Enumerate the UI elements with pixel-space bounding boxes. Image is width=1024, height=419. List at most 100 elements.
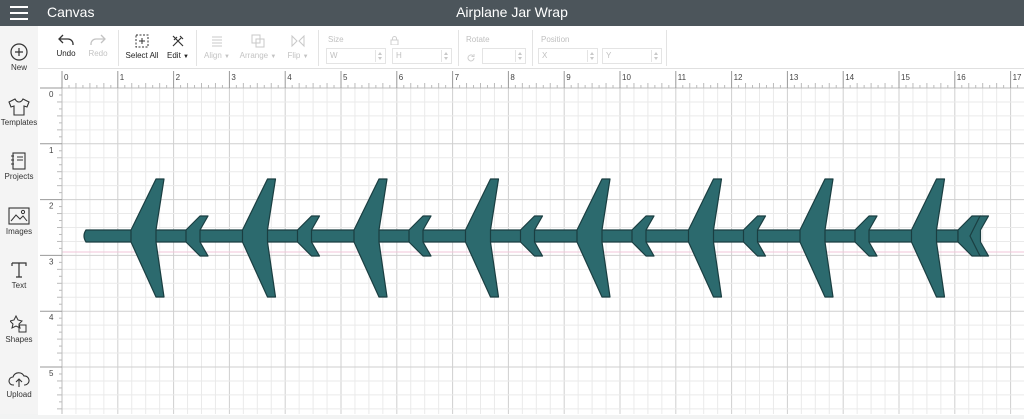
y-stepper[interactable] xyxy=(651,50,660,62)
ruler-tick-label: 13 xyxy=(789,73,798,82)
height-field-label: H xyxy=(396,51,402,60)
notebook-icon xyxy=(11,152,26,170)
ruler-tick-label: 12 xyxy=(734,73,743,82)
toolbar: Undo Redo Select All Edit ▼ Align ▼ Arra… xyxy=(38,26,1024,68)
sidebar-item-upload[interactable]: Upload xyxy=(0,370,38,399)
ruler-tick-label: 17 xyxy=(1013,73,1022,82)
align-label: Align xyxy=(204,51,222,60)
sidebar-item-label: Templates xyxy=(0,118,38,127)
redo-icon xyxy=(90,34,106,45)
ruler-tick-label: 15 xyxy=(901,73,910,82)
ruler-tick-label: 7 xyxy=(455,73,460,82)
ruler-tick-label: 10 xyxy=(622,73,631,82)
align-dropdown[interactable]: Align ▼ xyxy=(202,34,232,60)
height-field[interactable]: H xyxy=(392,48,452,64)
sidebar-item-templates[interactable]: Templates xyxy=(0,98,38,127)
ruler-tick-label: 4 xyxy=(287,73,292,82)
sidebar-item-label: Text xyxy=(11,281,27,290)
cloud-upload-icon xyxy=(8,372,30,387)
arrange-label: Arrange xyxy=(239,51,269,60)
ruler-tick-label: 4 xyxy=(49,313,54,322)
width-field-label: W xyxy=(330,51,338,60)
design-canvas[interactable]: 0 1 2 3 4 5 6 7 8 9 10 11 12 13 14 15 16 17 0 1 2 3 4 5 xyxy=(38,68,1024,415)
x-stepper[interactable] xyxy=(587,50,596,62)
edit-label: Edit xyxy=(167,51,181,60)
rotate-stepper[interactable] xyxy=(515,50,524,62)
toolbar-divider xyxy=(458,30,459,66)
top-bar: Canvas Airplane Jar Wrap xyxy=(0,0,1024,26)
canvas-grid[interactable]: 0 1 2 3 4 5 6 7 8 9 10 11 12 13 14 15 16 17012345 xyxy=(38,69,1024,414)
text-t-icon xyxy=(11,262,27,278)
select-all-label: Select All xyxy=(125,51,159,60)
sidebar-item-label: Shapes xyxy=(5,335,33,344)
edit-dropdown[interactable]: Edit ▼ xyxy=(162,34,194,60)
plus-circle-icon xyxy=(10,43,28,61)
size-label: Size xyxy=(328,35,344,44)
sidebar-item-images[interactable]: Images xyxy=(0,207,38,236)
rotate-icon xyxy=(466,50,476,68)
sidebar-item-label: Projects xyxy=(4,172,34,181)
ruler-tick-label: 14 xyxy=(845,73,854,82)
sidebar-item-shapes[interactable]: Shapes xyxy=(0,315,38,344)
image-icon xyxy=(8,207,30,225)
x-position-field[interactable]: X xyxy=(538,48,598,64)
sidebar-item-label: Upload xyxy=(6,390,32,399)
ruler-tick-label: 3 xyxy=(231,73,236,82)
chevron-down-icon: ▼ xyxy=(302,54,309,60)
ruler-tick-label: 2 xyxy=(176,73,181,82)
x-field-label: X xyxy=(542,51,548,60)
undo-button[interactable]: Undo xyxy=(48,34,84,58)
select-all-icon xyxy=(135,34,149,48)
undo-icon xyxy=(58,34,74,45)
ruler-tick-label: 5 xyxy=(343,73,348,82)
flip-icon xyxy=(291,34,305,48)
rotate-label: Rotate xyxy=(466,35,490,44)
toolbar-divider xyxy=(532,30,533,66)
sidebar-item-label: Images xyxy=(5,227,33,236)
ruler-tick-label: 9 xyxy=(566,73,571,82)
ruler-tick-label: 11 xyxy=(678,73,687,82)
ruler-tick-label: 6 xyxy=(399,73,404,82)
chevron-down-icon: ▼ xyxy=(224,54,230,60)
flip-dropdown[interactable]: Flip ▼ xyxy=(284,34,312,60)
ruler-tick-label: 0 xyxy=(64,73,69,82)
chevron-down-icon: ▼ xyxy=(183,54,189,60)
shapes-icon xyxy=(10,315,27,333)
redo-button[interactable]: Redo xyxy=(80,34,116,58)
y-position-field[interactable]: Y xyxy=(602,48,662,64)
ruler-tick-label: 8 xyxy=(510,73,515,82)
toolbar-divider xyxy=(118,30,119,66)
sidebar-item-new[interactable]: New xyxy=(0,43,38,72)
toolbar-divider xyxy=(318,30,319,66)
arrange-dropdown[interactable]: Arrange ▼ xyxy=(238,34,278,60)
undo-label: Undo xyxy=(56,49,76,58)
sidebar: New Templates Projects Images Text Shape… xyxy=(0,26,39,414)
edit-tools-icon xyxy=(172,35,184,47)
ruler-tick-label: 2 xyxy=(49,202,54,211)
ruler-tick-label: 0 xyxy=(49,90,54,99)
toolbar-divider xyxy=(666,30,667,66)
chevron-down-icon: ▼ xyxy=(270,54,277,60)
redo-label: Redo xyxy=(88,49,108,58)
width-field[interactable]: W xyxy=(326,48,386,64)
sidebar-item-label: New xyxy=(10,63,27,72)
align-icon xyxy=(212,36,222,47)
y-field-label: Y xyxy=(606,51,612,60)
arrange-icon xyxy=(251,34,265,48)
horizontal-ruler xyxy=(38,69,1024,88)
sidebar-item-projects[interactable]: Projects xyxy=(0,152,38,181)
flip-label: Flip xyxy=(287,51,301,60)
sidebar-item-text[interactable]: Text xyxy=(0,261,38,290)
width-stepper[interactable] xyxy=(375,50,384,62)
shirt-icon xyxy=(8,98,30,116)
select-all-button[interactable]: Select All xyxy=(122,34,162,60)
toolbar-divider xyxy=(196,30,197,66)
ruler-tick-label: 5 xyxy=(49,369,54,378)
ruler-tick-label: 3 xyxy=(49,257,54,266)
ruler-tick-label: 1 xyxy=(120,73,125,82)
position-label: Position xyxy=(541,35,570,44)
height-stepper[interactable] xyxy=(441,50,450,62)
ruler-tick-label: 1 xyxy=(49,146,54,155)
project-title: Airplane Jar Wrap xyxy=(456,4,568,20)
rotate-field[interactable] xyxy=(482,48,526,64)
